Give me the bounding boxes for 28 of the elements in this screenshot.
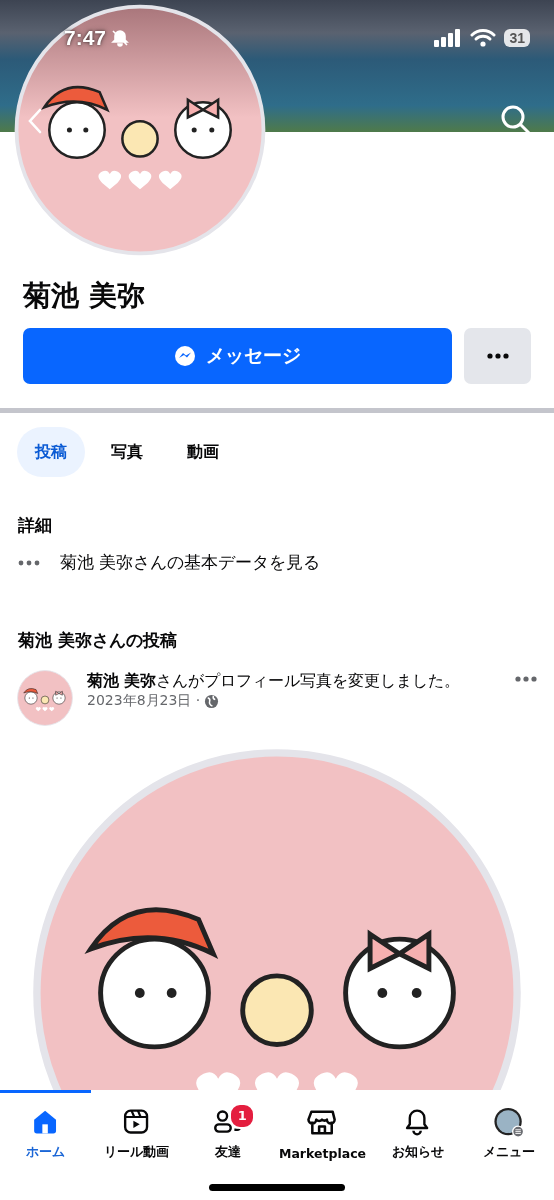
nav-tab[interactable]: Marketplace: [273, 1090, 373, 1162]
details-link[interactable]: 菊池 美弥さんの基本データを見る: [60, 551, 321, 574]
section-heading: 菊池 美弥さんの投稿: [17, 629, 178, 652]
more-icon[interactable]: [486, 353, 509, 359]
signal-icon: [434, 29, 463, 47]
profile-name: 菊池 美弥: [22, 278, 146, 314]
more-icon: [18, 559, 40, 566]
globe-icon: [204, 693, 220, 709]
messenger-icon: [174, 345, 196, 367]
battery-level: 31: [504, 29, 530, 47]
nav-tab[interactable]: メニュー: [463, 1090, 554, 1162]
message-button[interactable]: メッセージ: [23, 328, 452, 384]
avatar: [17, 670, 73, 726]
menu-icon: [491, 1107, 526, 1138]
section-heading: 詳細: [17, 514, 53, 537]
wifi-icon: [470, 29, 497, 47]
tab[interactable]: 動画: [169, 427, 237, 477]
tab[interactable]: 写真: [93, 427, 161, 477]
nav-tab[interactable]: 友達 1: [182, 1090, 273, 1162]
nav-tab[interactable]: リール動画: [91, 1090, 182, 1162]
status-time: 7:47: [64, 26, 107, 50]
tab[interactable]: 投稿: [17, 427, 85, 477]
notification-badge: 1: [229, 1103, 256, 1129]
nav-tab[interactable]: お知らせ: [372, 1090, 464, 1162]
post-date: 2023年8月23日 ·: [87, 692, 201, 710]
bell-slash-icon: [111, 29, 130, 47]
post-text: 菊池 美弥さんがプロフィール写真を変更しました。: [87, 671, 461, 692]
nav-tab[interactable]: ホーム: [0, 1090, 91, 1162]
